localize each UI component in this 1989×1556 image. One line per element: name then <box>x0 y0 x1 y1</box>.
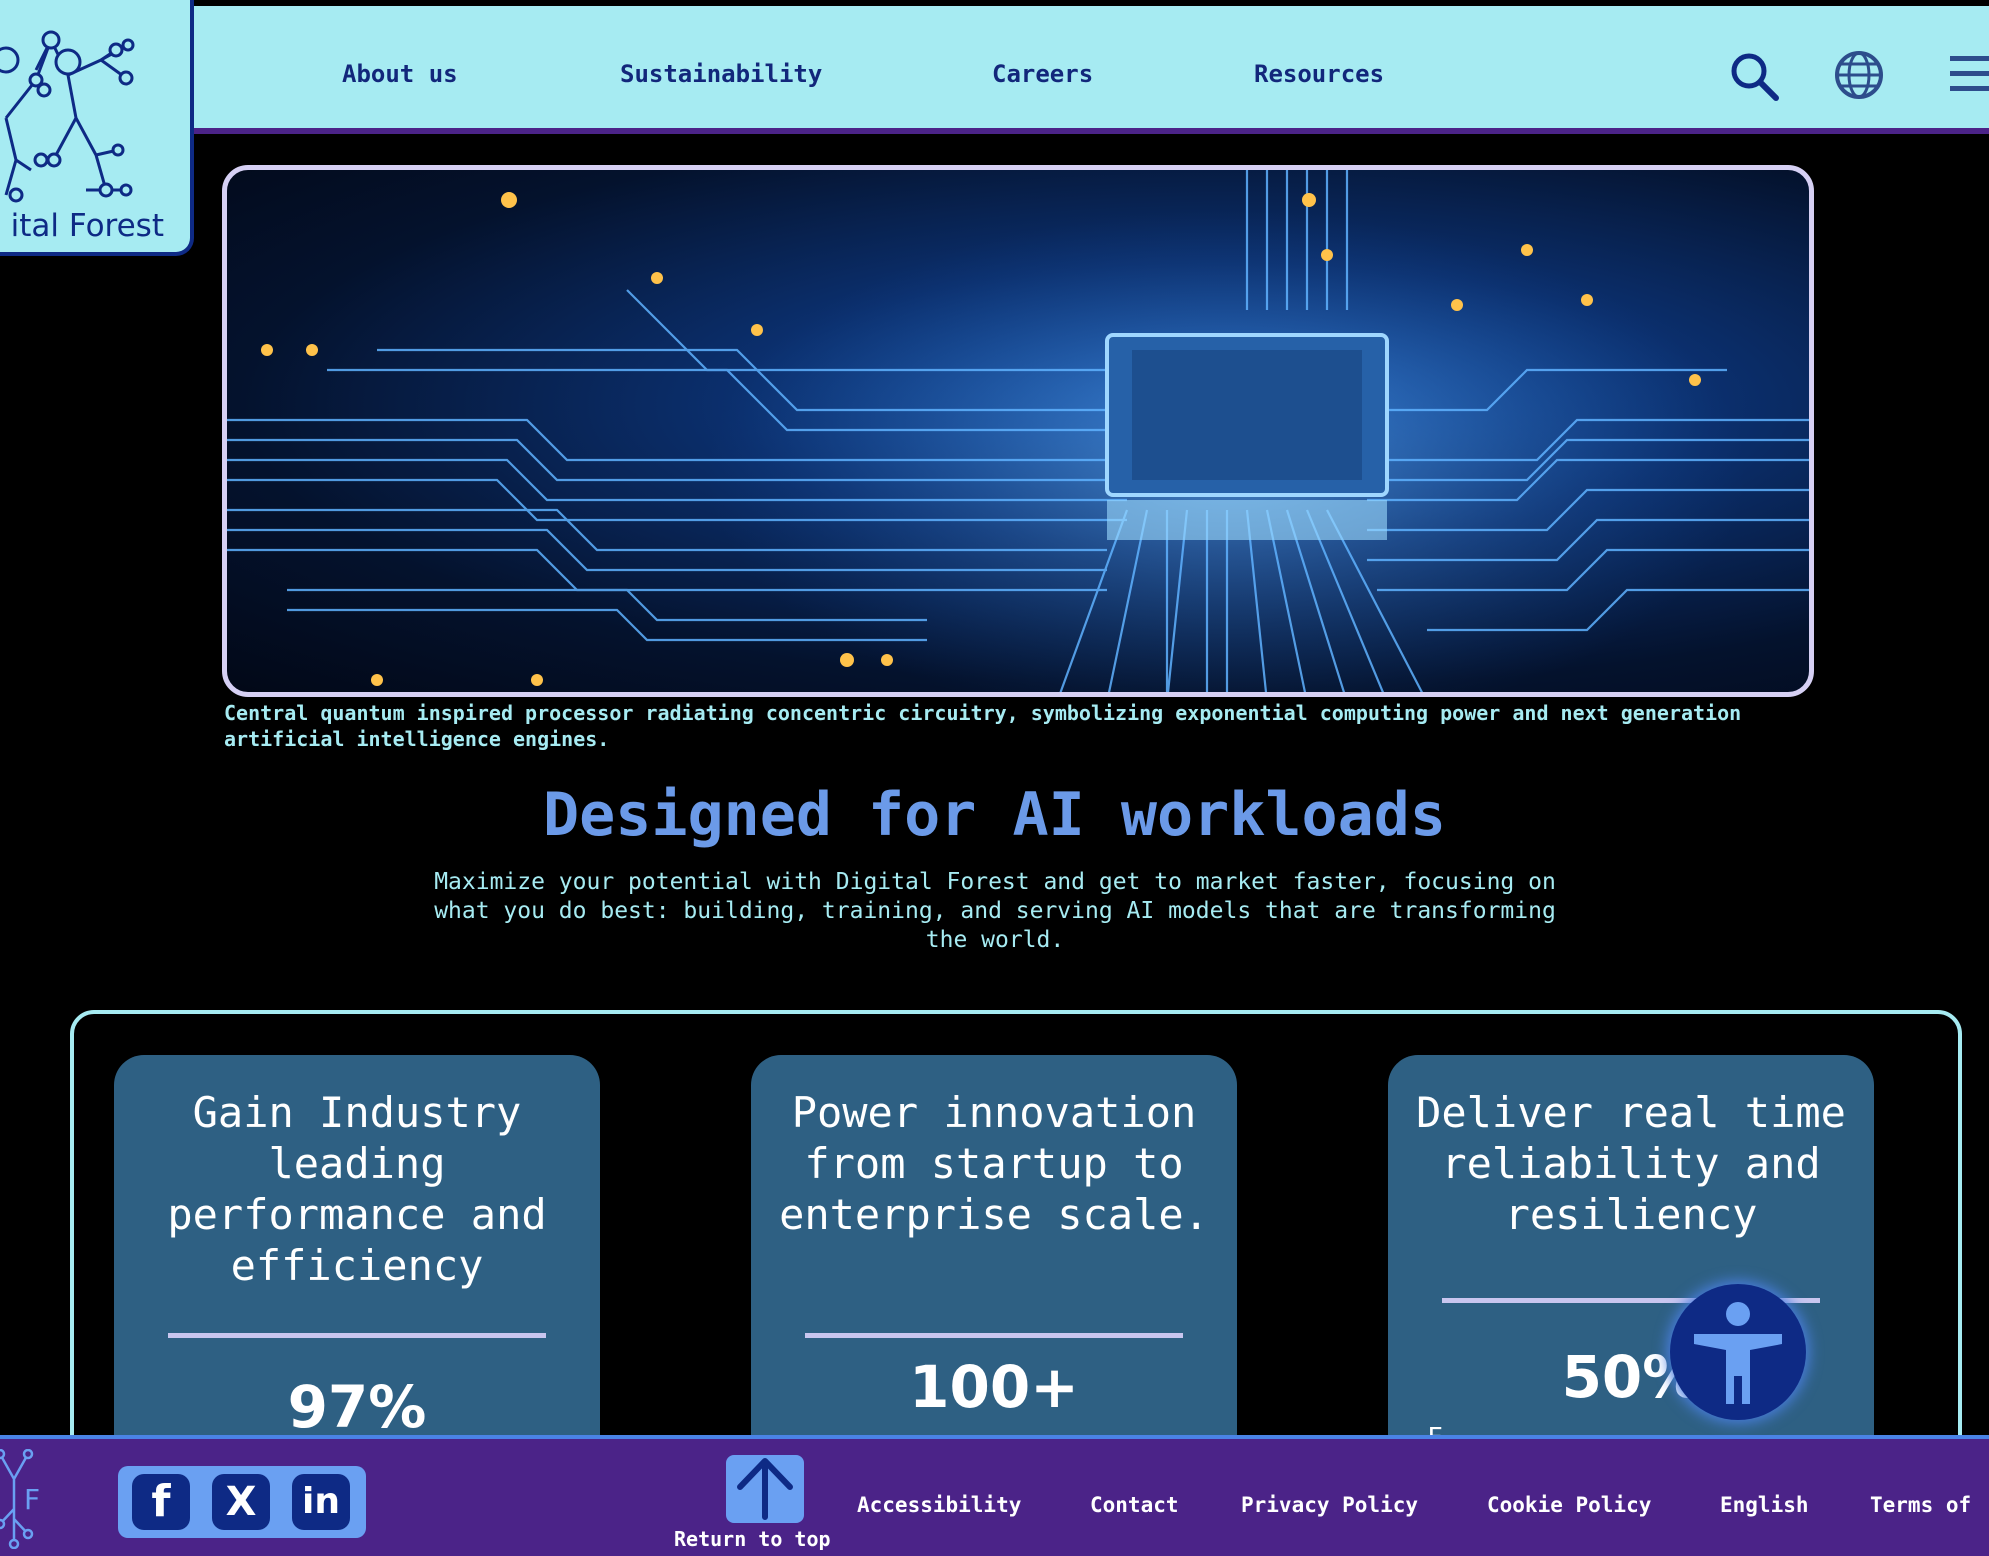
hero-image <box>222 165 1814 697</box>
menu-icon[interactable] <box>1950 50 1989 102</box>
facebook-icon[interactable]: f <box>132 1474 190 1530</box>
accessibility-person-icon <box>1694 1302 1782 1404</box>
processor-circuit-image <box>227 170 1809 692</box>
footer-logo-icon[interactable]: F <box>0 1448 50 1553</box>
accessibility-button[interactable] <box>1670 1284 1806 1420</box>
nav-resources[interactable]: Resources <box>1254 60 1384 88</box>
nav-careers[interactable]: Careers <box>992 60 1093 88</box>
stat-card-divider <box>168 1333 546 1338</box>
footer-link-terms[interactable]: Terms of <box>1870 1493 1971 1517</box>
search-icon[interactable] <box>1728 50 1780 106</box>
site-logo[interactable]: ital Forest <box>0 0 194 256</box>
footer-link-privacy-policy[interactable]: Privacy Policy <box>1241 1493 1418 1517</box>
return-to-top-button[interactable] <box>726 1455 804 1523</box>
footer-link-english[interactable]: English <box>1720 1493 1809 1517</box>
nav-about-us[interactable]: About us <box>342 60 458 88</box>
site-header: About us Sustainability Careers Resource… <box>0 6 1989 134</box>
stat-card-title: Power innovation from startup to enterpr… <box>779 1088 1209 1239</box>
linkedin-icon[interactable]: in <box>292 1474 350 1530</box>
hero-caption: Central quantum inspired processor radia… <box>224 701 1742 751</box>
return-to-top-label[interactable]: Return to top <box>674 1527 831 1551</box>
tree-circuit-logo-icon <box>0 30 135 203</box>
footer-link-accessibility[interactable]: Accessibility <box>857 1493 1021 1517</box>
footer-link-contact[interactable]: Contact <box>1090 1493 1179 1517</box>
logo-wordmark: ital Forest <box>10 208 164 244</box>
arrow-up-icon <box>737 1458 793 1520</box>
footer-link-cookie-policy[interactable]: Cookie Policy <box>1487 1493 1651 1517</box>
footer-logo-letter: F <box>24 1483 40 1516</box>
globe-icon[interactable] <box>1834 50 1884 104</box>
site-footer: F f X in Return to top Accessibility Con… <box>0 1435 1989 1556</box>
nav-sustainability[interactable]: Sustainability <box>620 60 822 88</box>
x-icon[interactable]: X <box>212 1474 270 1530</box>
section-intro: Maximize your potential with Digital For… <box>434 869 1556 953</box>
section-heading: Designed for AI workloads <box>542 780 1447 850</box>
social-links: f X in <box>118 1466 366 1538</box>
stat-card-title: Gain Industry leading performance and ef… <box>167 1088 547 1290</box>
stat-card-value: 100+ <box>909 1353 1079 1421</box>
stat-card-title: Deliver real time reliability and resili… <box>1416 1088 1846 1239</box>
stat-card-divider <box>805 1333 1183 1338</box>
stat-card-value: 97% <box>287 1373 427 1441</box>
